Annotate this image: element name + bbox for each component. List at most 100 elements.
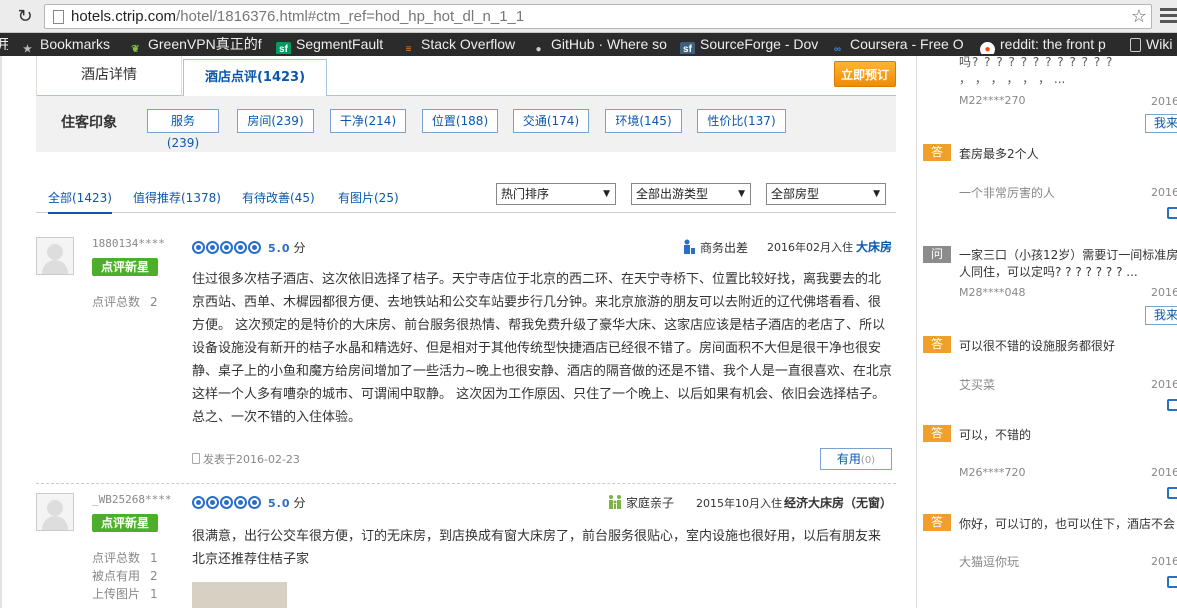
qa-user: 一个非常厉害的人: [959, 186, 1056, 200]
qa-date: 2016-: [1151, 286, 1177, 299]
avatar[interactable]: [36, 493, 74, 531]
impression-tag[interactable]: 交通(174): [513, 109, 589, 133]
filter-tab-recommended[interactable]: 值得推荐(1378): [133, 189, 221, 206]
sort-select[interactable]: 热门排序 ▼: [496, 183, 616, 205]
qa-answer-text: 你好，可以订的，也可以住下，酒店不会: [959, 517, 1176, 531]
left-divider: [0, 56, 2, 608]
score-circle-icon: [220, 241, 233, 254]
review-text: 很满意，出行公交车很方便，订的无床房，到店换成有窗大床房了，前台服务很贴心，室内…: [192, 529, 882, 567]
review-username[interactable]: 1880134****: [92, 237, 165, 250]
score-circle-icon: [234, 241, 247, 254]
bookmark-segmentfault[interactable]: sf SegmentFault: [276, 35, 396, 54]
score-circle-icon: [220, 496, 233, 509]
score-circle-icon: [248, 496, 261, 509]
room-type[interactable]: 大床房: [856, 238, 892, 255]
qa-answer-text: 套房最多2个人: [959, 147, 1039, 161]
review-posted-date: 发表于2016-02-23: [192, 451, 300, 467]
bookmark-stackoverflow[interactable]: ≡ Stack Overflow: [401, 35, 526, 54]
url-host: hotels.ctrip.com: [71, 8, 177, 25]
review-score: 5.0 分: [192, 239, 306, 256]
trip-type-select-value: 全部出游类型: [636, 187, 709, 201]
bookmark-label: Wiki: [1146, 36, 1173, 52]
impression-title: 住客印象: [61, 115, 117, 131]
score-circle-icon: [192, 241, 205, 254]
bookmark-coursera[interactable]: ∞ Coursera - Free O: [830, 35, 966, 54]
bookmark-sourceforge[interactable]: sf SourceForge - Dov: [680, 35, 820, 54]
menu-icon[interactable]: [1160, 8, 1177, 26]
tab-hotel-reviews[interactable]: 酒店点评(1423): [183, 59, 327, 97]
bookmark-github[interactable]: ● GitHub · Where so: [531, 35, 671, 54]
answer-badge: 答: [923, 144, 951, 161]
filter-tab-to-improve[interactable]: 有待改善(45): [242, 189, 315, 206]
star-icon: ★: [23, 44, 32, 54]
impression-tag[interactable]: 干净(214): [330, 109, 406, 133]
review-filter-bar: 全部(1423) 值得推荐(1378) 有待改善(45) 有图片(25) 热门排…: [36, 180, 896, 214]
thumbs-up-icon[interactable]: [1167, 487, 1177, 499]
sf-icon: sf: [276, 42, 291, 54]
trip-type-label: 家庭亲子: [626, 496, 675, 510]
qa-question-text: 吗? ? ? ? ? ? ? ? ? ? ? ?: [959, 56, 1114, 69]
stat-value: 1: [150, 587, 158, 601]
answer-button[interactable]: 我来: [1145, 114, 1177, 133]
room-type[interactable]: 经济大床房（无窗）: [784, 494, 892, 511]
url-path: /hotel/1816376.html#ctm_ref=hod_hp_hot_d…: [176, 8, 525, 25]
book-now-button[interactable]: 立即预订: [834, 61, 896, 87]
bookmarks-bar: 用 ★ Bookmarks ❦ GreenVPN真正的f sf SegmentFaul…: [0, 33, 1177, 56]
family-trip-icon: [609, 495, 621, 509]
room-type-select[interactable]: 全部房型 ▼: [766, 183, 886, 205]
reviewer-badge: 点评新星: [92, 514, 158, 532]
bookmark-label: Stack Overflow: [421, 36, 516, 52]
avatar[interactable]: [36, 237, 74, 275]
answer-badge: 答: [923, 514, 951, 531]
review-username[interactable]: _WB25268****: [92, 493, 171, 506]
reviewer-badge: 点评新星: [92, 258, 158, 276]
dropdown-arrow-icon: ▼: [738, 189, 745, 199]
qa-user: M22****270: [959, 94, 1026, 107]
stat-value: 2: [150, 295, 158, 309]
posted-label: 发表于2016-02-23: [203, 453, 300, 466]
tab-hotel-details[interactable]: 酒店详情: [36, 56, 182, 96]
thumbs-up-icon[interactable]: [1167, 399, 1177, 411]
checkin-date: 2015年10月入住: [696, 497, 782, 510]
browser-toolbar: ↻ hotels.ctrip.com/hotel/1816376.html#ct…: [0, 0, 1177, 33]
bookmark-greenvpn[interactable]: ❦ GreenVPN真正的f: [128, 35, 268, 54]
stackoverflow-icon: ≡: [405, 44, 412, 54]
impression-tag[interactable]: 房间(239): [237, 109, 314, 133]
bookmark-label: reddit: the front p: [1000, 36, 1106, 52]
bookmark-bookmarks[interactable]: ★ Bookmarks: [20, 35, 120, 54]
trip-type-label: 商务出差: [700, 241, 749, 255]
address-bar[interactable]: hotels.ctrip.com/hotel/1816376.html#ctm_…: [44, 4, 1152, 29]
impression-tag[interactable]: 位置(188): [422, 109, 498, 133]
reddit-icon: ●: [980, 42, 995, 54]
useful-button[interactable]: 有用(0): [820, 448, 892, 470]
offscreen-button-edge[interactable]: [0, 7, 8, 27]
impression-tag[interactable]: 环境(145): [605, 109, 682, 133]
filter-tab-with-photos[interactable]: 有图片(25): [338, 189, 399, 206]
page-icon: [53, 10, 64, 24]
thumbs-up-icon[interactable]: [1167, 207, 1177, 219]
impression-tag[interactable]: 性价比(137): [697, 109, 786, 133]
mobile-icon: [192, 453, 200, 464]
impression-tag[interactable]: 服务(239): [147, 109, 219, 150]
thumbs-up-icon[interactable]: [1167, 576, 1177, 588]
answer-button[interactable]: 我来: [1145, 306, 1177, 325]
qa-question-text: ， ， ， ， ， ， ...: [959, 72, 1066, 86]
checkin-date: 2016年02月入住: [767, 241, 853, 254]
bookmark-wiki[interactable]: Wiki: [1130, 35, 1177, 54]
bookmark-star-icon[interactable]: ☆: [1131, 6, 1147, 27]
score-circle-icon: [206, 241, 219, 254]
bookmark-reddit[interactable]: ● reddit: the front p: [980, 35, 1120, 54]
qa-question-text: 人同住，可以定吗? ? ? ? ? ? ? ...: [959, 265, 1138, 279]
review-stat: 上传图片 1: [92, 585, 158, 602]
qa-date: 2016-: [1151, 466, 1177, 479]
stat-label: 上传图片: [92, 587, 141, 601]
trip-type-select[interactable]: 全部出游类型 ▼: [631, 183, 751, 205]
filter-tab-all[interactable]: 全部(1423): [48, 189, 112, 214]
qa-sidebar: 吗? ? ? ? ? ? ? ? ? ? ? ? ， ， ， ， ， ， ...…: [916, 56, 1177, 608]
qa-date: 2016-: [1151, 378, 1177, 391]
review-photo[interactable]: [192, 582, 287, 608]
url-text[interactable]: hotels.ctrip.com/hotel/1816376.html#ctm_…: [71, 8, 524, 25]
score-circle-icon: [234, 496, 247, 509]
reload-icon[interactable]: ↻: [14, 6, 36, 28]
bookmark-cut-app[interactable]: 用: [0, 35, 8, 54]
